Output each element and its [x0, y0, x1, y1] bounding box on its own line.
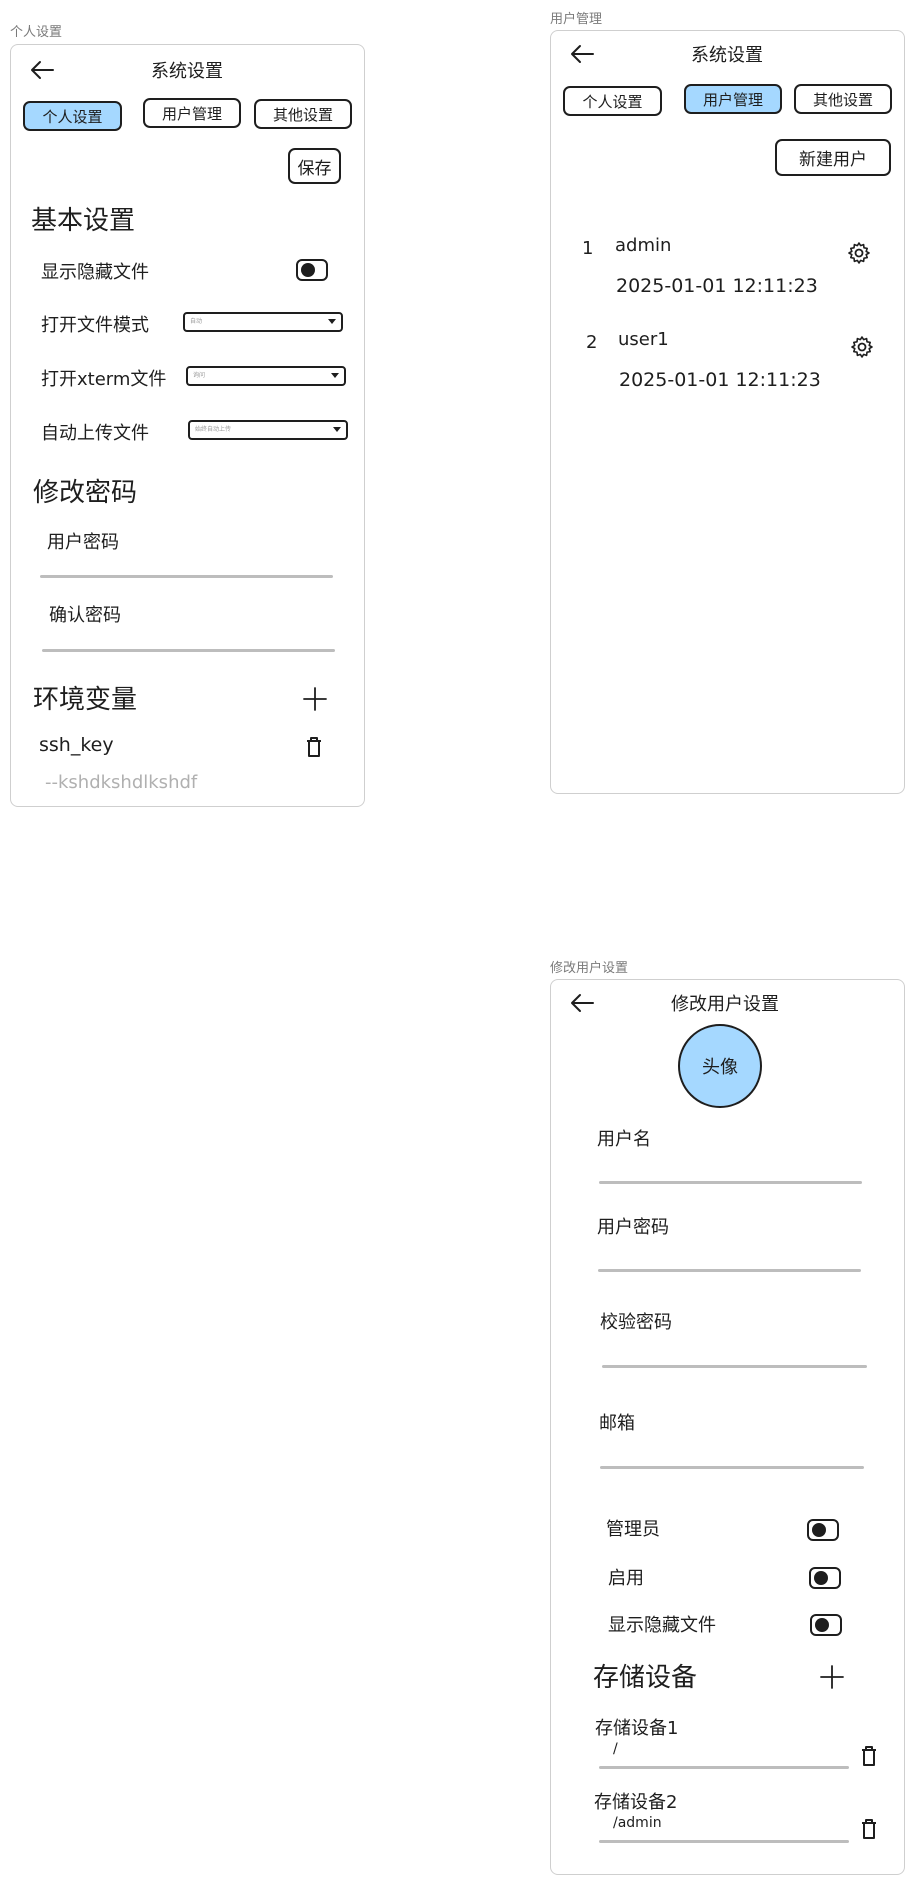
storage-item-name: 存储设备2	[594, 1792, 678, 1813]
show-hidden-files-label: 显示隐藏文件	[608, 1615, 716, 1636]
tab-other-settings[interactable]: 其他设置	[254, 99, 352, 129]
basic-settings-heading: 基本设置	[31, 206, 136, 236]
auto-upload-label: 自动上传文件	[41, 423, 149, 444]
page-title: 系统设置	[151, 61, 223, 82]
save-button[interactable]: 保存	[288, 148, 341, 184]
back-arrow-icon[interactable]	[569, 992, 595, 1014]
storage-heading: 存储设备	[593, 1663, 698, 1693]
avatar[interactable]: 头像	[678, 1024, 762, 1108]
admin-label: 管理员	[606, 1519, 660, 1540]
verify-password-input[interactable]	[602, 1365, 867, 1368]
enabled-toggle[interactable]	[809, 1567, 841, 1589]
env-item-name: ssh_key	[39, 734, 114, 756]
user-row-name[interactable]: user1	[618, 329, 669, 350]
chevron-down-icon	[333, 427, 341, 432]
trash-icon[interactable]	[305, 736, 323, 758]
email-input[interactable]	[600, 1466, 864, 1469]
gear-icon[interactable]	[850, 335, 874, 359]
tab-user-management[interactable]: 用户管理	[143, 98, 241, 128]
chevron-down-icon	[331, 373, 339, 378]
storage-item-path-field[interactable]	[599, 1840, 849, 1843]
password-input[interactable]	[598, 1269, 861, 1272]
verify-password-label: 校验密码	[600, 1312, 672, 1333]
username-input[interactable]	[599, 1181, 862, 1184]
back-arrow-icon[interactable]	[569, 43, 595, 65]
edit-user-frame: 修改用户设置 头像 用户名 用户密码 校验密码 邮箱 管理员 启用 显示隐藏文件…	[550, 979, 905, 1875]
user-row-date: 2025-01-01 12:11:23	[619, 369, 821, 391]
user-row-index: 2	[586, 332, 598, 353]
storage-item-name: 存储设备1	[595, 1718, 679, 1739]
email-label: 邮箱	[599, 1413, 635, 1434]
new-user-button[interactable]: 新建用户	[775, 139, 891, 176]
confirm-password-label: 确认密码	[49, 605, 121, 626]
password-label: 用户密码	[597, 1217, 669, 1238]
frame-label-users: 用户管理	[550, 12, 603, 27]
chevron-down-icon	[328, 319, 336, 324]
plus-icon[interactable]	[819, 1664, 845, 1690]
tab-personal-settings[interactable]: 个人设置	[563, 86, 662, 116]
user-management-frame: 系统设置 个人设置 用户管理 其他设置 新建用户 1 admin 2025-01…	[550, 30, 905, 794]
user-row-index: 1	[582, 238, 594, 259]
tab-personal-settings[interactable]: 个人设置	[23, 101, 122, 131]
storage-item-path[interactable]: /admin	[613, 1815, 662, 1831]
trash-icon[interactable]	[860, 1745, 878, 1767]
plus-icon[interactable]	[302, 686, 328, 712]
show-hidden-files-toggle[interactable]	[296, 259, 328, 281]
auto-upload-select[interactable]: 始终自动上传	[188, 420, 348, 440]
storage-item-path[interactable]: /	[613, 1741, 618, 1757]
user-row-date: 2025-01-01 12:11:23	[616, 275, 818, 297]
env-variables-heading: 环境变量	[33, 685, 138, 715]
user-password-label: 用户密码	[47, 532, 119, 553]
page-title: 系统设置	[691, 45, 763, 66]
gear-icon[interactable]	[847, 241, 871, 265]
open-file-mode-label: 打开文件模式	[41, 315, 149, 336]
page-title: 修改用户设置	[671, 994, 779, 1015]
tab-other-settings[interactable]: 其他设置	[794, 84, 892, 114]
auto-upload-value: 始终自动上传	[195, 426, 232, 433]
env-item-value: --kshdkshdlkshdf	[45, 772, 198, 793]
user-password-input[interactable]	[40, 575, 333, 578]
show-hidden-files-label: 显示隐藏文件	[41, 262, 149, 283]
open-file-mode-select[interactable]: 自动	[183, 312, 343, 332]
user-row-name[interactable]: admin	[615, 235, 671, 256]
change-password-heading: 修改密码	[33, 478, 138, 508]
tab-user-management[interactable]: 用户管理	[684, 84, 782, 114]
back-arrow-icon[interactable]	[29, 59, 55, 81]
storage-item-path-field[interactable]	[599, 1766, 849, 1769]
open-xterm-file-label: 打开xterm文件	[41, 369, 167, 390]
show-hidden-files-toggle[interactable]	[810, 1614, 842, 1636]
admin-toggle[interactable]	[807, 1519, 839, 1541]
frame-label-edit-user: 修改用户设置	[550, 961, 629, 976]
confirm-password-input[interactable]	[42, 649, 335, 652]
username-label: 用户名	[597, 1129, 651, 1150]
frame-label-personal: 个人设置	[10, 25, 63, 40]
trash-icon[interactable]	[860, 1818, 878, 1840]
personal-settings-frame: 系统设置 个人设置 用户管理 其他设置 保存 基本设置 显示隐藏文件 打开文件模…	[10, 44, 365, 807]
open-xterm-file-value: 询问	[193, 372, 206, 379]
open-file-mode-value: 自动	[190, 318, 203, 325]
enabled-label: 启用	[608, 1568, 644, 1589]
open-xterm-file-select[interactable]: 询问	[186, 366, 346, 386]
